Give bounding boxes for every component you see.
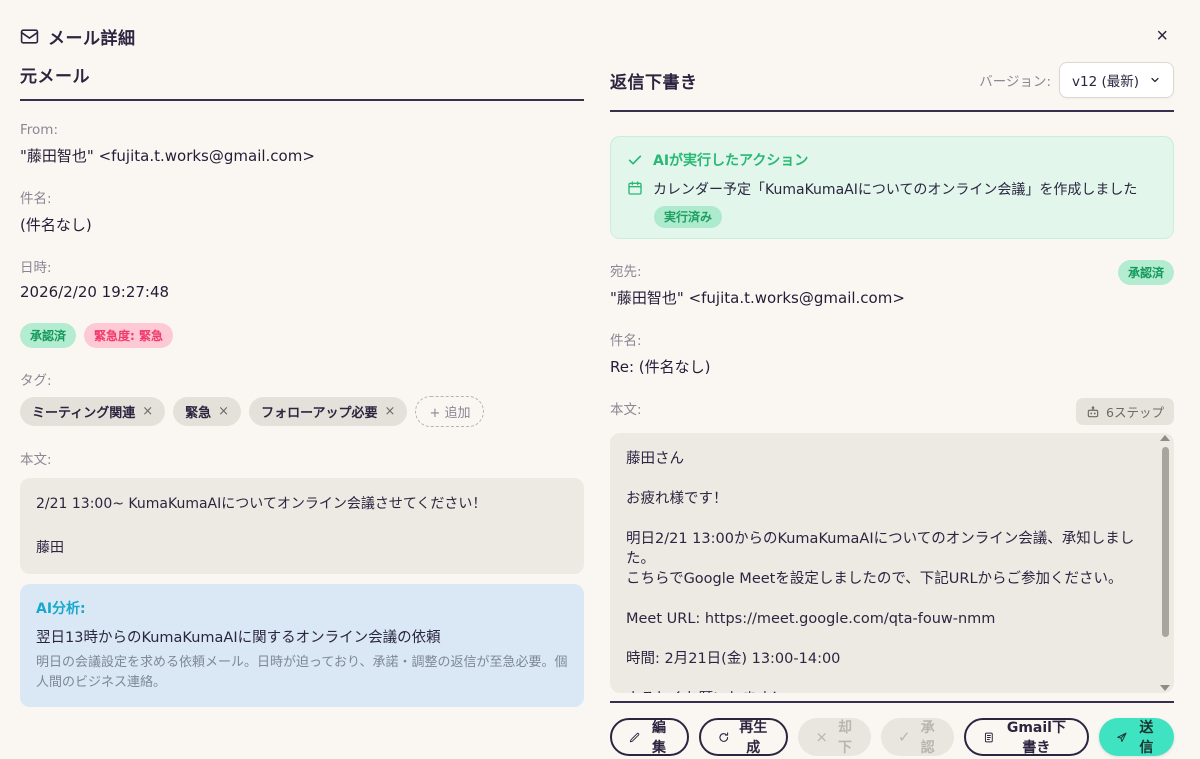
reply-draft-header: 返信下書き バージョン: v12 (最新) [610,62,1174,112]
action-buttons: 編集 再生成 × 却下 ✓ 承認 Gmail下書き [610,718,1174,756]
from-value: "藤田智也" <fujita.t.works@gmail.com> [20,145,584,166]
check-icon: ✓ [898,728,911,746]
ai-action-item: カレンダー予定「KumaKumaAIについてのオンライン会議」を作成しました [627,179,1157,199]
date-label: 日時: [20,256,584,276]
to-value: "藤田智也" <fujita.t.works@gmail.com> [610,287,1174,308]
page-title: メール詳細 [48,24,136,49]
x-icon: × [815,728,828,746]
reply-draft-heading: 返信下書き [610,68,698,93]
original-body-label: 本文: [20,448,584,468]
ai-analysis-summary: 翌日13時からのKumaKumaAIに関するオンライン会議の依頼 [36,626,568,647]
from-field: From: "藤田智也" <fujita.t.works@gmail.com> [20,122,584,166]
scroll-up-icon[interactable] [1160,435,1170,441]
tag-followup: フォローアップ必要 × [249,397,407,426]
ai-action-title: AIが実行したアクション [653,150,808,170]
add-tag-button[interactable]: + 追加 [415,396,484,427]
original-email-heading: 元メール [20,62,90,87]
version-wrap: バージョン: v12 (最新) [979,62,1174,98]
tag-label: フォローアップ必要 [261,402,377,421]
urgency-badge: 緊急度: 緊急 [84,323,173,348]
tag-label: 緊急 [185,402,211,421]
scroll-down-icon[interactable] [1160,685,1170,691]
version-select[interactable]: v12 (最新) [1059,62,1174,98]
topbar: メール詳細 × [20,18,1174,54]
document-icon [983,730,995,745]
email-detail-modal: メール詳細 × 元メール From: "藤田智也" <fujita.t.work… [0,0,1200,759]
tag-remove-icon[interactable]: × [142,404,153,419]
paper-plane-icon [1116,730,1127,745]
reply-draft-panel: 返信下書き バージョン: v12 (最新) AIが実行したアクション カレンダー… [610,62,1174,756]
scrollbar-thumb[interactable] [1162,447,1169,637]
pencil-icon [629,730,640,745]
regenerate-button[interactable]: 再生成 [699,718,789,756]
edit-button[interactable]: 編集 [610,718,689,756]
reply-body-editor[interactable]: 藤田さん お疲れ様です！ 明日2/21 13:00からのKumaKumaAIにつ… [610,433,1174,693]
original-email-panel: 元メール From: "藤田智也" <fujita.t.works@gmail.… [20,62,584,756]
tags-label: タグ: [20,369,584,389]
gmail-draft-button[interactable]: Gmail下書き [964,718,1090,756]
steps-badge-label: 6ステップ [1106,402,1164,421]
version-value: v12 (最新) [1072,70,1139,90]
reply-subject-label: 件名: [610,329,1174,349]
chevron-down-icon [1149,74,1161,86]
version-label: バージョン: [979,70,1051,90]
tags-field: タグ: ミーティング関連 × 緊急 × フォローアップ必要 × + 追加 [20,369,584,427]
reply-body-field: 本文: 6ステップ 藤田さん お疲れ様です！ 明日2/21 13:00からのKu… [610,398,1174,693]
subject-field: 件名: (件名なし) [20,187,584,235]
reply-subject-field: 件名: Re: (件名なし) [610,329,1174,377]
mail-icon [20,27,39,46]
original-email-header: 元メール [20,62,584,101]
ai-action-box: AIが実行したアクション カレンダー予定「KumaKumaAIについてのオンライ… [610,136,1174,239]
tag-label: ミーティング関連 [32,402,135,421]
approve-button: ✓ 承認 [881,718,954,756]
ai-analysis-detail: 明日の会議設定を求める依頼メール。日時が迫っており、承諾・調整の返信が至急必要。… [36,653,568,693]
from-label: From: [20,122,584,138]
reject-button: × 却下 [798,718,871,756]
ai-analysis-box: AI分析: 翌日13時からのKumaKumaAIに関するオンライン会議の依頼 明… [20,584,584,707]
steps-badge: 6ステップ [1076,398,1174,425]
reply-body-text[interactable]: 藤田さん お疲れ様です！ 明日2/21 13:00からのKumaKumaAIにつ… [610,433,1174,693]
original-body-field: 本文: 2/21 13:00~ KumaKumaAIについてオンライン会議させて… [20,448,584,574]
close-button[interactable]: × [1150,24,1174,48]
approved-badge: 承認済 [20,323,76,348]
reply-subject-value: Re: (件名なし) [610,356,1174,377]
executed-badge: 実行済み [654,206,722,228]
ai-action-title-row: AIが実行したアクション [627,150,1157,170]
subject-label: 件名: [20,187,584,207]
title-wrap: メール詳細 [20,24,136,49]
reply-body-label: 本文: [610,398,642,418]
tag-row: ミーティング関連 × 緊急 × フォローアップ必要 × + 追加 [20,396,584,427]
tag-urgent: 緊急 × [173,397,241,426]
tag-remove-icon[interactable]: × [385,404,396,419]
to-label: 宛先: [610,260,642,280]
to-field: 宛先: 承認済 "藤田智也" <fujita.t.works@gmail.com… [610,260,1174,308]
ai-action-item-text: カレンダー予定「KumaKumaAIについてのオンライン会議」を作成しました [653,179,1137,199]
original-body-text: 2/21 13:00~ KumaKumaAIについてオンライン会議させてください… [20,478,584,574]
ai-action-status-wrap: 実行済み [654,206,1157,225]
status-badges: 承認済 緊急度: 緊急 [20,323,584,348]
footer-divider [610,701,1174,703]
check-icon [627,152,643,168]
date-field: 日時: 2026/2/20 19:27:48 [20,256,584,301]
reply-approved-badge: 承認済 [1118,260,1174,285]
subject-value: (件名なし) [20,214,584,235]
refresh-icon [718,730,730,745]
robot-icon [1086,405,1100,419]
date-value: 2026/2/20 19:27:48 [20,283,584,301]
tag-remove-icon[interactable]: × [218,404,229,419]
ai-analysis-label: AI分析: [36,598,568,618]
send-button[interactable]: 送信 [1099,718,1174,756]
scrollbar[interactable] [1159,435,1171,691]
tag-meeting: ミーティング関連 × [20,397,165,426]
calendar-icon [627,180,643,196]
